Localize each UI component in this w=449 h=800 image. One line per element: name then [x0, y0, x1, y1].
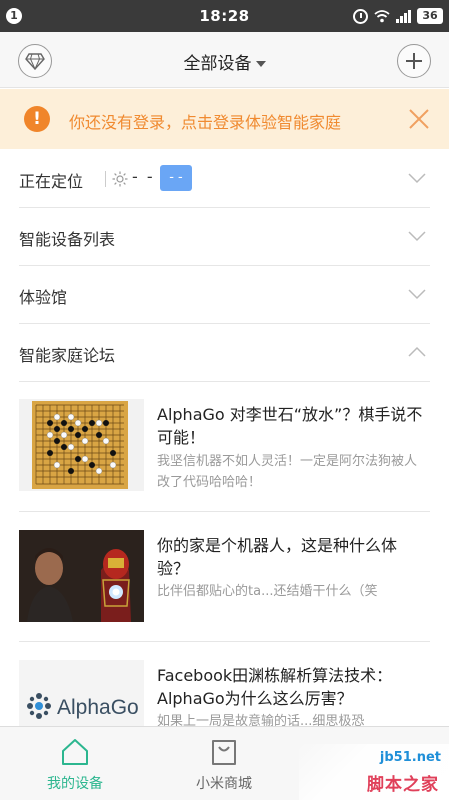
divider [105, 171, 106, 187]
chevron-down-icon [408, 289, 426, 300]
shopping-bag-icon [212, 740, 236, 765]
close-icon[interactable] [407, 107, 431, 131]
site-watermark: jb51.net 脚本之家 [299, 744, 449, 800]
login-banner-text[interactable]: 你还没有登录，点击登录体验智能家庭 [69, 109, 341, 133]
chevron-down-icon [408, 231, 426, 242]
section-label: 智能家庭论坛 [19, 346, 116, 365]
caret-down-icon [255, 61, 266, 67]
section-experience[interactable]: 体验馆 [19, 266, 430, 324]
login-banner[interactable]: ! 你还没有登录，点击登录体验智能家庭 [0, 89, 449, 149]
section-label: 正在定位 [19, 172, 84, 191]
section-device-list[interactable]: 智能设备列表 [19, 208, 430, 266]
article-title: 你的家是个机器人，这是种什么体验？ [157, 536, 398, 578]
chevron-up-icon [408, 346, 426, 357]
plus-icon [406, 53, 422, 69]
article-item[interactable]: 你的家是个机器人，这是种什么体验？ 比伴侣都贴心的ta...还结婚干什么（笑 [19, 512, 430, 642]
warning-icon: ! [24, 106, 50, 132]
iron-man-image [19, 530, 144, 622]
watermark-url: jb51.net [379, 750, 441, 765]
page-title: 全部设备 [183, 54, 252, 74]
article-item[interactable]: AlphaGo 对李世石“放水”？棋手说不可能！ 我坚信机器不如人灵活！一定是阿… [19, 382, 430, 512]
status-icons: 36 [353, 6, 443, 26]
chevron-down-icon [408, 173, 426, 184]
watermark-site: 脚本之家 [367, 775, 439, 795]
section-label: 体验馆 [19, 288, 68, 307]
tab-my-devices[interactable]: 我的设备 [0, 727, 150, 800]
wifi-icon [374, 10, 390, 23]
bottom-tab-bar: 我的设备 小米商城 jb51.net 脚本之家 [0, 726, 449, 800]
add-device-button[interactable] [397, 44, 431, 78]
section-forum[interactable]: 智能家庭论坛 [19, 324, 430, 382]
article-desc: 我坚信机器不如人灵活！一定是阿尔法狗被人改了代码哈哈哈！ [157, 454, 418, 490]
tab-label: 小米商城 [196, 776, 252, 792]
section-locating[interactable]: 正在定位 - - - - [19, 150, 430, 208]
weather-value: - - [132, 167, 155, 186]
air-quality-badge: - - [160, 165, 192, 191]
article-title: AlphaGo 对李世石“放水”？棋手说不可能！ [157, 405, 423, 447]
home-icon [62, 739, 88, 765]
status-bar: 1 18:28 36 [0, 0, 449, 32]
go-board-image [19, 399, 144, 491]
app-header: 全部设备 [0, 32, 449, 88]
article-title: Facebook田渊栋解析算法技术：AlphaGo为什么这么厉害？ [157, 666, 393, 708]
signal-icon [396, 9, 411, 23]
alarm-icon [353, 8, 368, 24]
battery-icon: 36 [417, 8, 443, 24]
sun-icon [112, 171, 128, 187]
tab-label: 我的设备 [47, 776, 103, 792]
tab-mi-store[interactable]: 小米商城 [149, 727, 299, 800]
article-desc: 比伴侣都贴心的ta...还结婚干什么（笑 [157, 584, 378, 599]
section-label: 智能设备列表 [19, 230, 116, 249]
alphago-logo-text: AlphaGo [57, 696, 139, 719]
device-filter-dropdown[interactable]: 全部设备 [0, 49, 449, 74]
